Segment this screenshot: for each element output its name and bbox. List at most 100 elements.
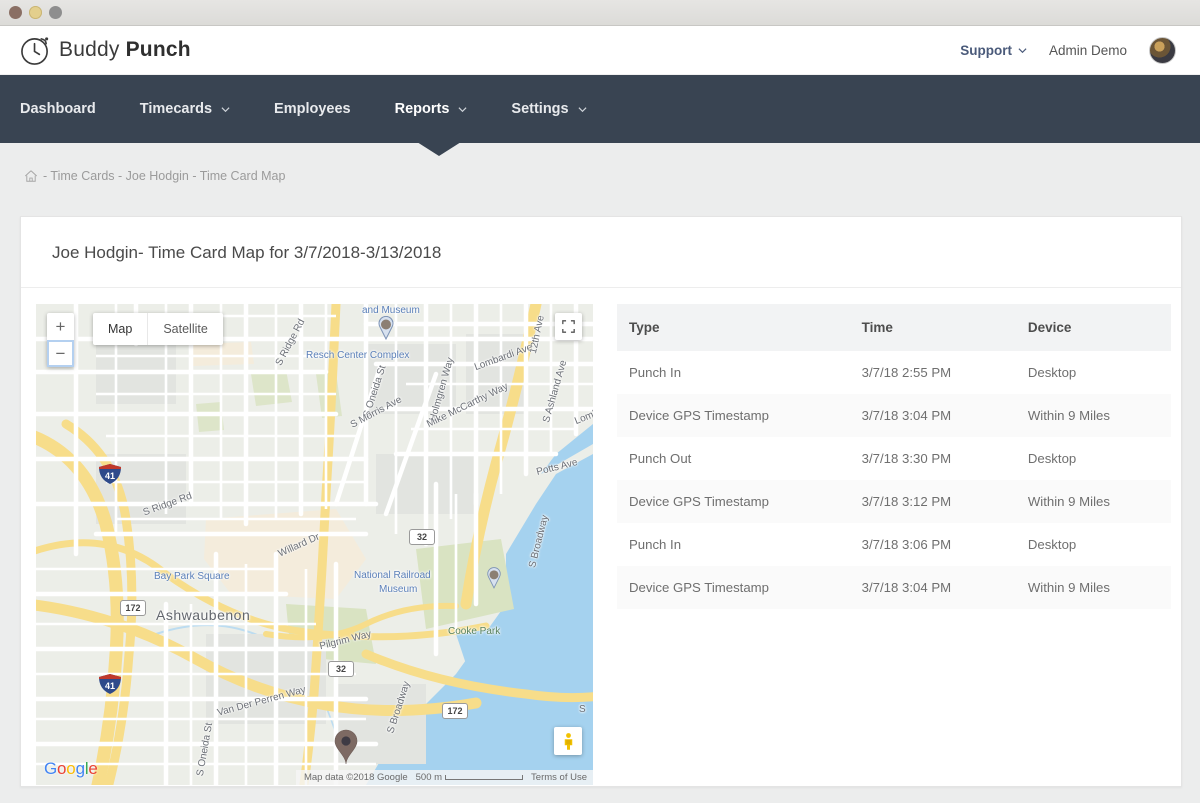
- google-logo-g1: G: [44, 759, 57, 778]
- zoom-out-button[interactable]: −: [47, 340, 74, 367]
- google-logo-o1: o: [57, 759, 66, 778]
- cell-type: Punch In: [617, 523, 850, 566]
- table-body: Punch In 3/7/18 2:55 PM Desktop Device G…: [617, 351, 1171, 609]
- nav-item-reports[interactable]: Reports: [373, 75, 490, 143]
- map-type-satellite-button[interactable]: Satellite: [147, 313, 222, 345]
- svg-text:41: 41: [105, 471, 115, 481]
- map-base-graphic: [36, 304, 593, 785]
- chevron-down-icon: [578, 105, 587, 114]
- main-navigation: Dashboard Timecards Employees Reports Se…: [0, 75, 1200, 143]
- cell-time: 3/7/18 3:12 PM: [850, 480, 1016, 523]
- breadcrumb-text[interactable]: - Time Cards - Joe Hodgin - Time Card Ma…: [43, 169, 285, 183]
- browser-chrome-bar: [0, 0, 1200, 26]
- admin-name-label[interactable]: Admin Demo: [1049, 43, 1127, 58]
- map-zoom-controls: + −: [47, 313, 74, 367]
- map-type-map-button[interactable]: Map: [93, 313, 147, 345]
- table-header: Type Time Device: [617, 304, 1171, 351]
- column-header-device[interactable]: Device: [1016, 304, 1171, 351]
- cell-device: Desktop: [1016, 351, 1171, 394]
- nav-item-timecards[interactable]: Timecards: [118, 75, 252, 143]
- punch-events-table: Type Time Device Punch In 3/7/18 2:55 PM…: [617, 304, 1171, 609]
- highway-shield-state: 172: [120, 600, 146, 616]
- map-scale-label: 500 m: [416, 772, 442, 783]
- column-header-type[interactable]: Type: [617, 304, 850, 351]
- logo[interactable]: Buddy Punch: [20, 35, 191, 66]
- nav-item-dashboard[interactable]: Dashboard: [20, 75, 118, 143]
- cell-device: Within 9 Miles: [1016, 566, 1171, 609]
- close-dot[interactable]: [9, 6, 22, 19]
- table-row[interactable]: Device GPS Timestamp 3/7/18 3:04 PM With…: [617, 394, 1171, 437]
- logo-word-buddy: Buddy: [59, 38, 120, 61]
- nav-label-settings: Settings: [511, 101, 568, 117]
- column-header-time[interactable]: Time: [850, 304, 1016, 351]
- scale-line: [445, 775, 523, 780]
- nav-label-dashboard: Dashboard: [20, 101, 96, 117]
- header-right-group: Support Admin Demo: [960, 37, 1176, 64]
- table-row[interactable]: Punch Out 3/7/18 3:30 PM Desktop: [617, 437, 1171, 480]
- highway-shield-state: 32: [409, 529, 435, 545]
- street-view-pegman-icon: [561, 732, 576, 751]
- interstate-shield-icon: 41: [98, 674, 122, 694]
- cell-device: Within 9 Miles: [1016, 480, 1171, 523]
- map-scale-bar: 500 m: [416, 772, 523, 783]
- logo-word-punch: Punch: [126, 38, 191, 61]
- cell-time: 3/7/18 2:55 PM: [850, 351, 1016, 394]
- fullscreen-icon: [562, 320, 575, 333]
- brand-header: Buddy Punch Support Admin Demo: [0, 26, 1200, 75]
- cell-time: 3/7/18 3:04 PM: [850, 394, 1016, 437]
- cell-type: Punch Out: [617, 437, 850, 480]
- card-body: and Museum Resch Center Complex S Ridge …: [21, 288, 1181, 785]
- highway-shield-interstate: 41: [98, 674, 122, 694]
- cell-type: Device GPS Timestamp: [617, 566, 850, 609]
- cell-time: 3/7/18 3:30 PM: [850, 437, 1016, 480]
- nav-label-timecards: Timecards: [140, 101, 212, 117]
- support-label: Support: [960, 43, 1012, 58]
- punch-events-table-wrapper: Type Time Device Punch In 3/7/18 2:55 PM…: [617, 304, 1171, 785]
- avatar[interactable]: [1149, 37, 1176, 64]
- nav-label-employees: Employees: [274, 101, 351, 117]
- table-row[interactable]: Punch In 3/7/18 2:55 PM Desktop: [617, 351, 1171, 394]
- cell-type: Punch In: [617, 351, 850, 394]
- table-row[interactable]: Device GPS Timestamp 3/7/18 3:12 PM With…: [617, 480, 1171, 523]
- chevron-down-icon: [221, 105, 230, 114]
- chevron-down-icon: [1018, 46, 1027, 55]
- cell-device: Desktop: [1016, 523, 1171, 566]
- time-card-map-panel: Joe Hodgin- Time Card Map for 3/7/2018-3…: [20, 216, 1182, 787]
- street-view-pegman-button[interactable]: [554, 727, 582, 755]
- map-type-toggle: Map Satellite: [93, 313, 223, 345]
- highway-shield-interstate: 41: [98, 464, 122, 484]
- nav-item-employees[interactable]: Employees: [252, 75, 373, 143]
- support-menu[interactable]: Support: [960, 43, 1027, 58]
- interstate-shield-icon: 41: [98, 464, 122, 484]
- google-map[interactable]: and Museum Resch Center Complex S Ridge …: [36, 304, 593, 785]
- map-data-attribution: Map data ©2018 Google: [304, 772, 408, 783]
- table-row[interactable]: Punch In 3/7/18 3:06 PM Desktop: [617, 523, 1171, 566]
- chevron-down-icon: [458, 105, 467, 114]
- google-logo: Google: [44, 759, 98, 779]
- google-logo-g2: g: [76, 759, 85, 778]
- poi-marker-icon: [376, 316, 396, 340]
- breadcrumb: - Time Cards - Joe Hodgin - Time Card Ma…: [0, 143, 1200, 183]
- cell-device: Within 9 Miles: [1016, 394, 1171, 437]
- minimize-dot[interactable]: [29, 6, 42, 19]
- clock-logo-icon: [20, 35, 51, 66]
- home-icon[interactable]: [24, 169, 38, 183]
- nav-item-settings[interactable]: Settings: [489, 75, 608, 143]
- highway-shield-state: 32: [328, 661, 354, 677]
- cell-type: Device GPS Timestamp: [617, 394, 850, 437]
- map-fullscreen-button[interactable]: [555, 313, 582, 340]
- nav-label-reports: Reports: [395, 101, 450, 117]
- page-title: Joe Hodgin- Time Card Map for 3/7/2018-3…: [21, 217, 1181, 263]
- map-attribution-bar: Map data ©2018 Google 500 m Terms of Use: [296, 770, 593, 785]
- svg-text:41: 41: [105, 681, 115, 691]
- active-nav-pointer: [417, 142, 461, 156]
- google-logo-e: e: [88, 759, 97, 778]
- table-row[interactable]: Device GPS Timestamp 3/7/18 3:04 PM With…: [617, 566, 1171, 609]
- poi-marker-icon: [485, 567, 503, 589]
- zoom-dot[interactable]: [49, 6, 62, 19]
- cell-time: 3/7/18 3:06 PM: [850, 523, 1016, 566]
- zoom-in-button[interactable]: +: [47, 313, 74, 340]
- cell-type: Device GPS Timestamp: [617, 480, 850, 523]
- table-header-row: Type Time Device: [617, 304, 1171, 351]
- terms-of-use-link[interactable]: Terms of Use: [531, 772, 587, 783]
